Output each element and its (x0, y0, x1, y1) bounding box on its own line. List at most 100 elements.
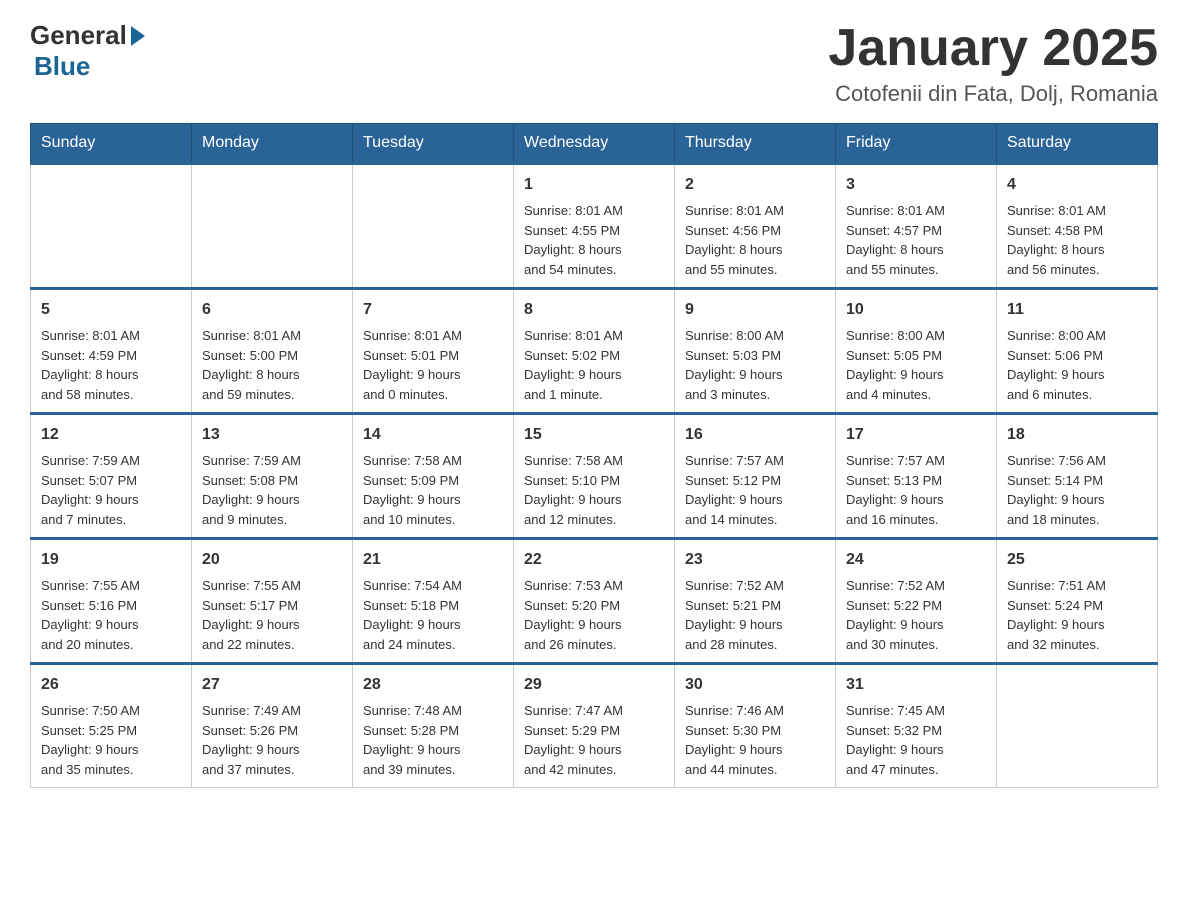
calendar-table: SundayMondayTuesdayWednesdayThursdayFrid… (30, 123, 1158, 788)
day-number: 9 (685, 298, 825, 322)
calendar-cell: 8 Sunrise: 8:01 AM Sunset: 5:02 PM Daylig… (514, 289, 675, 414)
day-number: 11 (1007, 298, 1147, 322)
day-number: 27 (202, 673, 342, 697)
calendar-cell: 20 Sunrise: 7:55 AM Sunset: 5:17 PM Dayli… (192, 539, 353, 664)
day-of-week-header: Tuesday (353, 124, 514, 164)
day-info: Sunrise: 8:01 AM Sunset: 4:59 PM Dayligh… (41, 326, 181, 404)
calendar-cell: 5 Sunrise: 8:01 AM Sunset: 4:59 PM Daylig… (31, 289, 192, 414)
day-info: Sunrise: 8:01 AM Sunset: 5:02 PM Dayligh… (524, 326, 664, 404)
calendar-cell: 25Sunrise: 7:51 AM Sunset: 5:24 PM Dayli… (997, 539, 1158, 664)
day-number: 20 (202, 548, 342, 572)
day-info: Sunrise: 8:01 AM Sunset: 4:55 PM Dayligh… (524, 201, 664, 279)
calendar-cell: 24 Sunrise: 7:52 AM Sunset: 5:22 PM Dayli… (836, 539, 997, 664)
day-number: 23 (685, 548, 825, 572)
calendar-cell: 3 Sunrise: 8:01 AM Sunset: 4:57 PM Daylig… (836, 164, 997, 289)
day-info: Sunrise: 7:52 AM Sunset: 5:22 PM Dayligh… (846, 576, 986, 654)
calendar-cell: 30Sunrise: 7:46 AM Sunset: 5:30 PM Dayli… (675, 664, 836, 788)
calendar-cell: 23 Sunrise: 7:52 AM Sunset: 5:21 PM Dayli… (675, 539, 836, 664)
day-info: Sunrise: 7:50 AM Sunset: 5:25 PM Dayligh… (41, 701, 181, 779)
day-number: 6 (202, 298, 342, 322)
day-info: Sunrise: 8:00 AM Sunset: 5:05 PM Dayligh… (846, 326, 986, 404)
day-of-week-header: Wednesday (514, 124, 675, 164)
calendar-cell (353, 164, 514, 289)
day-info: Sunrise: 7:45 AM Sunset: 5:32 PM Dayligh… (846, 701, 986, 779)
day-number: 16 (685, 423, 825, 447)
calendar-header-row: SundayMondayTuesdayWednesdayThursdayFrid… (31, 124, 1158, 164)
day-info: Sunrise: 7:54 AM Sunset: 5:18 PM Dayligh… (363, 576, 503, 654)
day-of-week-header: Thursday (675, 124, 836, 164)
calendar-cell: 17Sunrise: 7:57 AM Sunset: 5:13 PM Dayli… (836, 414, 997, 539)
day-of-week-header: Sunday (31, 124, 192, 164)
logo-arrow-icon (131, 26, 145, 46)
day-of-week-header: Friday (836, 124, 997, 164)
day-info: Sunrise: 7:49 AM Sunset: 5:26 PM Dayligh… (202, 701, 342, 779)
day-number: 7 (363, 298, 503, 322)
logo-blue-text: Blue (34, 51, 90, 82)
day-info: Sunrise: 8:00 AM Sunset: 5:06 PM Dayligh… (1007, 326, 1147, 404)
day-info: Sunrise: 7:47 AM Sunset: 5:29 PM Dayligh… (524, 701, 664, 779)
day-info: Sunrise: 7:58 AM Sunset: 5:09 PM Dayligh… (363, 451, 503, 529)
day-number: 22 (524, 548, 664, 572)
calendar-cell: 6 Sunrise: 8:01 AM Sunset: 5:00 PM Daylig… (192, 289, 353, 414)
day-number: 1 (524, 173, 664, 197)
calendar-cell: 16Sunrise: 7:57 AM Sunset: 5:12 PM Dayli… (675, 414, 836, 539)
calendar-cell: 2Sunrise: 8:01 AM Sunset: 4:56 PM Daylig… (675, 164, 836, 289)
day-number: 24 (846, 548, 986, 572)
day-number: 15 (524, 423, 664, 447)
calendar-cell: 28 Sunrise: 7:48 AM Sunset: 5:28 PM Dayli… (353, 664, 514, 788)
day-info: Sunrise: 8:01 AM Sunset: 5:01 PM Dayligh… (363, 326, 503, 404)
day-info: Sunrise: 8:01 AM Sunset: 4:57 PM Dayligh… (846, 201, 986, 279)
calendar-cell: 1 Sunrise: 8:01 AM Sunset: 4:55 PM Daylig… (514, 164, 675, 289)
day-of-week-header: Saturday (997, 124, 1158, 164)
week-row: 5 Sunrise: 8:01 AM Sunset: 4:59 PM Daylig… (31, 289, 1158, 414)
day-number: 29 (524, 673, 664, 697)
location-text: Cotofenii din Fata, Dolj, Romania (828, 81, 1158, 107)
day-number: 18 (1007, 423, 1147, 447)
week-row: 19Sunrise: 7:55 AM Sunset: 5:16 PM Dayli… (31, 539, 1158, 664)
day-number: 30 (685, 673, 825, 697)
day-number: 8 (524, 298, 664, 322)
week-row: 12 Sunrise: 7:59 AM Sunset: 5:07 PM Dayli… (31, 414, 1158, 539)
day-of-week-header: Monday (192, 124, 353, 164)
calendar-cell: 15 Sunrise: 7:58 AM Sunset: 5:10 PM Dayli… (514, 414, 675, 539)
day-info: Sunrise: 7:57 AM Sunset: 5:13 PM Dayligh… (846, 451, 986, 529)
logo-general-text: General (30, 20, 127, 51)
calendar-cell: 9 Sunrise: 8:00 AM Sunset: 5:03 PM Daylig… (675, 289, 836, 414)
day-info: Sunrise: 8:01 AM Sunset: 5:00 PM Dayligh… (202, 326, 342, 404)
day-info: Sunrise: 7:52 AM Sunset: 5:21 PM Dayligh… (685, 576, 825, 654)
day-number: 21 (363, 548, 503, 572)
calendar-cell (31, 164, 192, 289)
day-info: Sunrise: 7:59 AM Sunset: 5:07 PM Dayligh… (41, 451, 181, 529)
calendar-cell: 19Sunrise: 7:55 AM Sunset: 5:16 PM Dayli… (31, 539, 192, 664)
day-info: Sunrise: 7:58 AM Sunset: 5:10 PM Dayligh… (524, 451, 664, 529)
day-info: Sunrise: 7:51 AM Sunset: 5:24 PM Dayligh… (1007, 576, 1147, 654)
day-info: Sunrise: 8:01 AM Sunset: 4:56 PM Dayligh… (685, 201, 825, 279)
day-number: 12 (41, 423, 181, 447)
day-info: Sunrise: 7:59 AM Sunset: 5:08 PM Dayligh… (202, 451, 342, 529)
day-number: 26 (41, 673, 181, 697)
calendar-cell: 27 Sunrise: 7:49 AM Sunset: 5:26 PM Dayli… (192, 664, 353, 788)
day-info: Sunrise: 7:56 AM Sunset: 5:14 PM Dayligh… (1007, 451, 1147, 529)
day-number: 4 (1007, 173, 1147, 197)
month-title: January 2025 (828, 20, 1158, 77)
calendar-cell: 4Sunrise: 8:01 AM Sunset: 4:58 PM Daylig… (997, 164, 1158, 289)
day-info: Sunrise: 7:48 AM Sunset: 5:28 PM Dayligh… (363, 701, 503, 779)
logo: General Blue (30, 20, 145, 82)
title-section: January 2025 Cotofenii din Fata, Dolj, R… (828, 20, 1158, 107)
calendar-cell: 14 Sunrise: 7:58 AM Sunset: 5:09 PM Dayli… (353, 414, 514, 539)
calendar-cell: 31Sunrise: 7:45 AM Sunset: 5:32 PM Dayli… (836, 664, 997, 788)
day-number: 3 (846, 173, 986, 197)
day-info: Sunrise: 8:00 AM Sunset: 5:03 PM Dayligh… (685, 326, 825, 404)
day-number: 10 (846, 298, 986, 322)
day-number: 5 (41, 298, 181, 322)
calendar-cell (997, 664, 1158, 788)
calendar-cell: 22 Sunrise: 7:53 AM Sunset: 5:20 PM Dayli… (514, 539, 675, 664)
day-info: Sunrise: 7:53 AM Sunset: 5:20 PM Dayligh… (524, 576, 664, 654)
day-number: 28 (363, 673, 503, 697)
calendar-cell: 21 Sunrise: 7:54 AM Sunset: 5:18 PM Dayli… (353, 539, 514, 664)
day-info: Sunrise: 7:55 AM Sunset: 5:17 PM Dayligh… (202, 576, 342, 654)
page-header: General Blue January 2025 Cotofenii din … (30, 20, 1158, 107)
calendar-cell: 11 Sunrise: 8:00 AM Sunset: 5:06 PM Dayli… (997, 289, 1158, 414)
day-number: 14 (363, 423, 503, 447)
calendar-cell: 7 Sunrise: 8:01 AM Sunset: 5:01 PM Daylig… (353, 289, 514, 414)
